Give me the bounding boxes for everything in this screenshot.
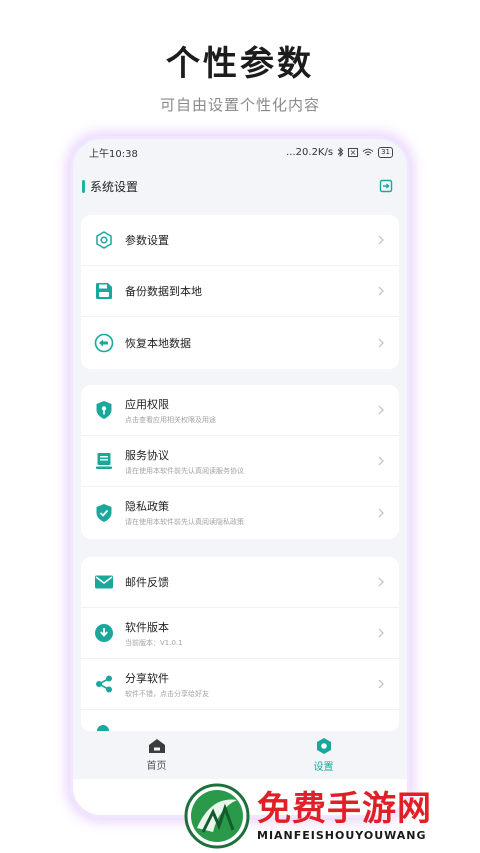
chevron-right-icon: [378, 508, 384, 517]
nav-home[interactable]: 首页: [73, 731, 240, 779]
phone-screen: 上午10:38 ...20.2K/s 31 系统设置 参数设置 备份数据到本地 …: [73, 139, 407, 815]
chevron-right-icon: [378, 456, 384, 466]
row-label: 软件版本: [125, 620, 169, 634]
nav-settings[interactable]: 设置: [240, 731, 407, 779]
row-app-permissions[interactable]: 应用权限 点击查看应用相关权限及用途: [81, 385, 399, 436]
chevron-right-icon: [378, 628, 384, 638]
row-label: 备份数据到本地: [125, 285, 202, 298]
promo-subtitle: 可自由设置个性化内容: [159, 96, 320, 114]
floppy-save-icon: [93, 280, 115, 302]
bottom-navigation: 首页 设置: [73, 731, 407, 779]
row-label: 分享软件: [125, 671, 169, 685]
row-label: 服务协议: [125, 448, 169, 462]
chevron-right-icon: [378, 235, 384, 245]
row-label: 隐私政策: [125, 500, 169, 513]
sim-icon: [348, 147, 359, 157]
title-accent-bar: [82, 179, 85, 193]
row-mail-feedback[interactable]: 邮件反馈: [81, 557, 399, 608]
shield-key-icon: [93, 399, 115, 421]
status-bar: 上午10:38 ...20.2K/s 31: [73, 139, 407, 165]
watermark-logo: [184, 783, 250, 848]
hexagon-settings-icon: [93, 229, 115, 251]
app-bar: 系统设置: [73, 173, 407, 199]
row-description: 当前版本：V1.0.1: [125, 638, 183, 647]
row-description: 软件不错，点击分享给好友: [125, 689, 209, 698]
chevron-right-icon: [378, 679, 384, 689]
row-privacy-policy[interactable]: 隐私政策 请在使用本软件前先认真阅读隐私政策: [81, 487, 399, 538]
row-label: 恢复本地数据: [125, 336, 191, 350]
settings-group-data: 参数设置 备份数据到本地 恢复本地数据: [81, 215, 399, 369]
exit-icon[interactable]: [379, 179, 393, 193]
status-time: 上午10:38: [89, 148, 138, 160]
battery-indicator: 31: [378, 146, 393, 158]
row-description: 点击查看应用相关权限及用途: [125, 415, 216, 424]
network-speed: ...20.2K/s: [286, 146, 334, 158]
row-restore-local[interactable]: 恢复本地数据: [81, 317, 399, 368]
chevron-right-icon: [378, 286, 384, 296]
chevron-right-icon: [378, 338, 384, 347]
home-icon: [148, 739, 165, 753]
shield-check-icon: [93, 502, 115, 524]
chevron-right-icon: [378, 405, 384, 415]
row-label: 邮件反馈: [125, 576, 169, 589]
promo-title: 个性参数: [166, 44, 314, 84]
restore-arrow-icon: [93, 332, 115, 354]
row-backup-local[interactable]: 备份数据到本地: [81, 266, 399, 317]
status-indicators: ...20.2K/s 31: [286, 146, 393, 158]
wifi-icon: [362, 148, 374, 155]
row-parameter-settings[interactable]: 参数设置: [81, 215, 399, 266]
nav-settings-label: 设置: [313, 762, 334, 773]
download-circle-icon: [93, 622, 115, 644]
row-share-software[interactable]: 分享软件 软件不错，点击分享给好友: [81, 659, 399, 710]
watermark: 免费手游网 MIANFEISHOUYOUWANG: [183, 778, 480, 853]
bluetooth-icon: [337, 147, 344, 157]
settings-group-about: 邮件反馈 软件版本 当前版本：V1.0.1 分享软件 软件不错，点击分享给好友: [81, 557, 399, 732]
mail-icon: [93, 571, 115, 593]
share-icon: [93, 673, 115, 695]
row-description: 请在使用本软件前先认真阅读服务协议: [125, 466, 244, 475]
page-title-text: 系统设置: [90, 179, 139, 194]
watermark-text-en: MIANFEISHOUYOUWANG: [257, 828, 427, 842]
watermark-text-cn: 免费手游网: [257, 788, 432, 829]
chevron-right-icon: [378, 577, 384, 587]
page-title: 系统设置: [82, 178, 138, 195]
row-software-version[interactable]: 软件版本 当前版本：V1.0.1: [81, 608, 399, 659]
row-service-agreement[interactable]: 服务协议 请在使用本软件前先认真阅读服务协议: [81, 436, 399, 487]
row-label: 应用权限: [125, 397, 169, 411]
settings-group-legal: 应用权限 点击查看应用相关权限及用途 服务协议 请在使用本软件前先认真阅读服务协…: [81, 385, 399, 539]
settings-icon: [316, 738, 331, 754]
row-description: 请在使用本软件前先认真阅读隐私政策: [125, 518, 244, 526]
row-label: 参数设置: [125, 234, 169, 247]
document-icon: [93, 450, 115, 472]
nav-home-label: 首页: [146, 761, 167, 772]
